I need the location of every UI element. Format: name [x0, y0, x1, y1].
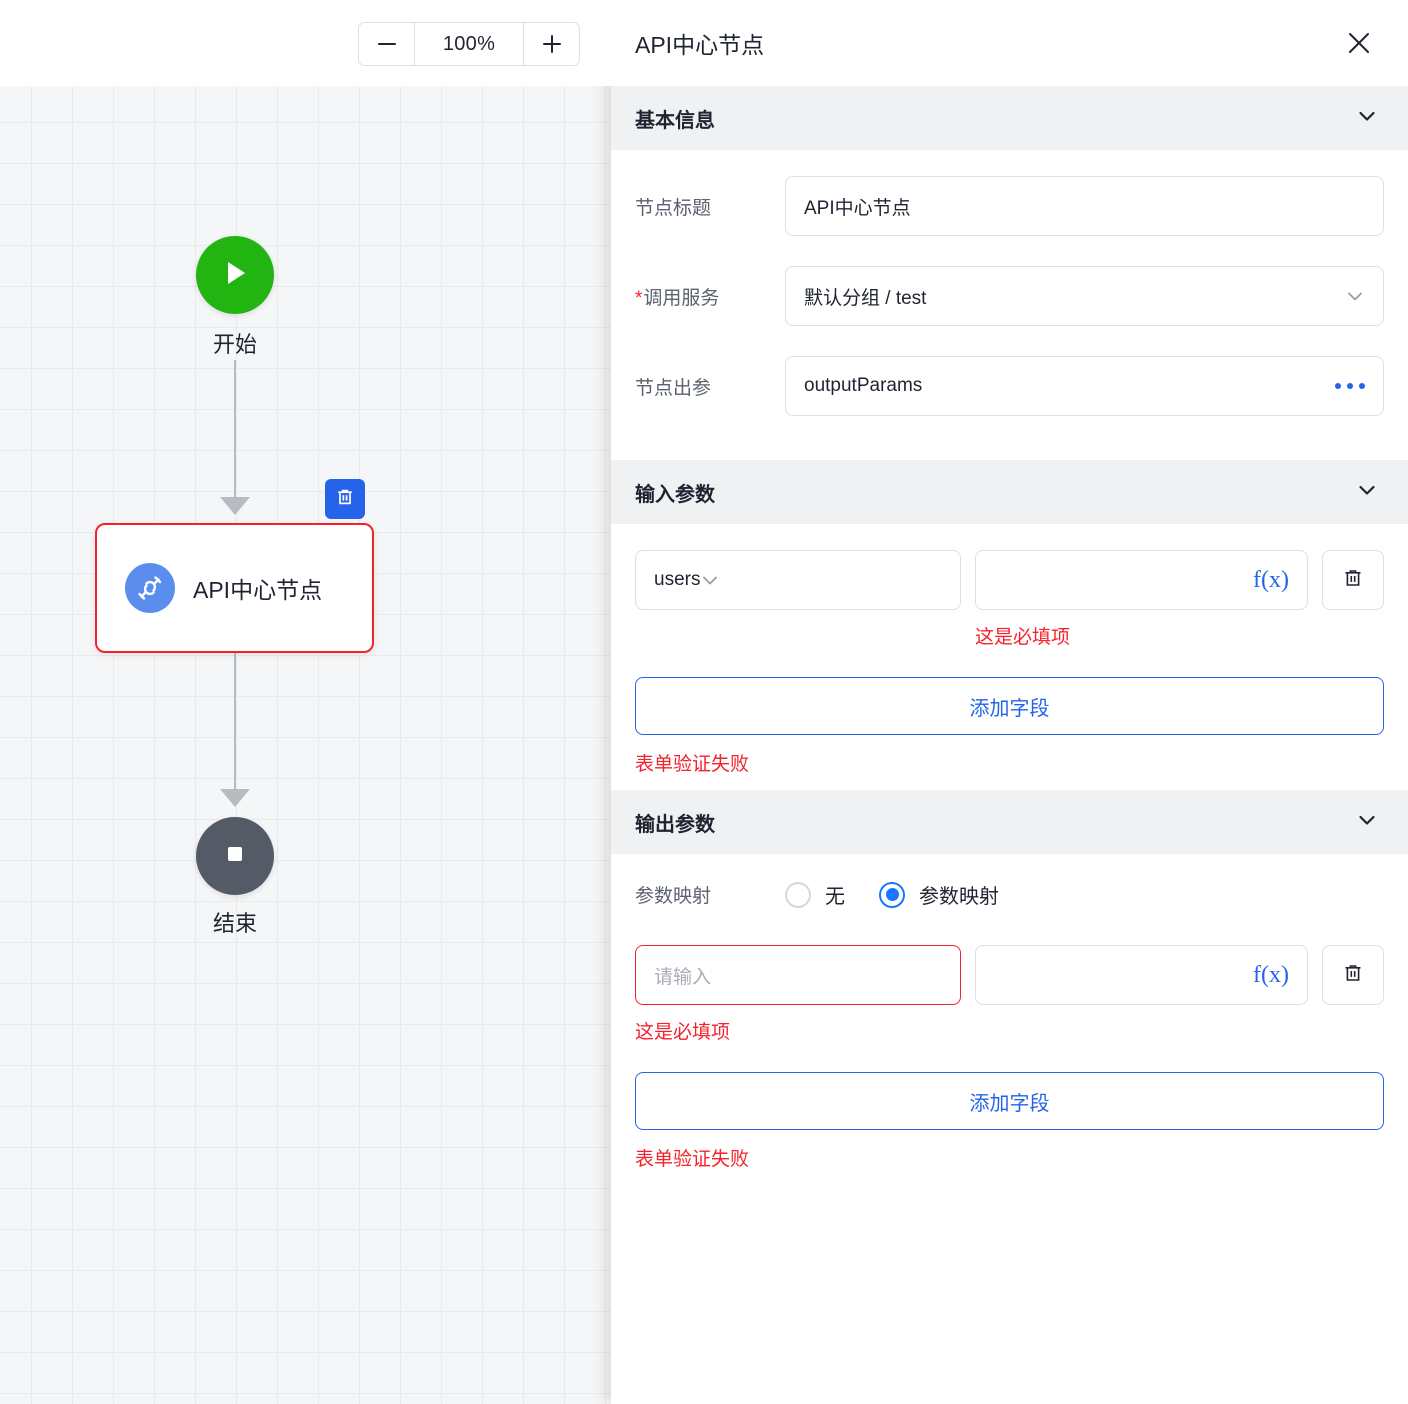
- trash-icon: [1342, 567, 1364, 594]
- minus-icon: [376, 33, 398, 55]
- radio-icon-selected: [879, 881, 905, 908]
- radio-option-none-label: 无: [825, 886, 845, 908]
- select-service[interactable]: 默认分组 / test: [785, 266, 1384, 326]
- section-header-output-params[interactable]: 输出参数: [611, 790, 1408, 854]
- add-input-field-button[interactable]: 添加字段: [635, 677, 1384, 735]
- delete-output-param-button[interactable]: [1322, 945, 1384, 1005]
- add-output-field-button[interactable]: 添加字段: [635, 1072, 1384, 1130]
- trash-icon: [335, 487, 355, 512]
- input-node-title[interactable]: API中心节点: [785, 176, 1384, 236]
- fx-icon[interactable]: f(x): [1253, 568, 1289, 592]
- delete-input-param-button[interactable]: [1322, 550, 1384, 610]
- output-param-error: 这是必填项: [635, 1022, 731, 1043]
- section-body-input-params: users f(x) 这是必填项 添加字段 表单验证失败: [611, 524, 1408, 790]
- section-title-output-params: 输出参数: [635, 813, 715, 836]
- label-param-mapping: 参数映射: [635, 886, 712, 907]
- plus-icon: [541, 33, 563, 55]
- required-marker: *: [635, 287, 643, 309]
- stop-icon: [222, 841, 248, 872]
- chevron-down-icon: [1356, 809, 1378, 836]
- node-config-panel: API中心节点 基本信息 节点标题 API中心节点 *调用服务 默认分组 / t…: [611, 0, 1408, 1404]
- radio-option-none[interactable]: 无: [785, 880, 845, 909]
- zoom-out-button[interactable]: [359, 23, 414, 65]
- value-output-params: outputParams: [804, 375, 923, 396]
- value-service: 默认分组 / test: [804, 287, 927, 309]
- section-title-input-params: 输入参数: [635, 483, 715, 506]
- select-input-param-key[interactable]: users: [635, 550, 961, 610]
- radio-option-mapping[interactable]: 参数映射: [879, 880, 999, 909]
- zoom-in-button[interactable]: [524, 23, 579, 65]
- label-node-title: 节点标题: [635, 197, 712, 219]
- close-panel-button[interactable]: [1340, 24, 1378, 62]
- chevron-down-icon: [1356, 479, 1378, 506]
- node-api-center[interactable]: API中心节点: [95, 523, 374, 653]
- label-service: *调用服务: [635, 283, 785, 310]
- panel-title: API中心节点: [635, 32, 765, 58]
- input-output-params[interactable]: outputParams: [785, 356, 1384, 416]
- node-end[interactable]: [196, 817, 274, 895]
- section-header-basic-info[interactable]: 基本信息: [611, 86, 1408, 150]
- field-row-service: *调用服务 默认分组 / test: [635, 266, 1384, 326]
- node-start-label: 开始: [212, 332, 257, 357]
- canvas-grid[interactable]: [0, 86, 611, 1404]
- field-row-output-params: 节点出参 outputParams: [635, 356, 1384, 416]
- value-node-title: API中心节点: [804, 197, 911, 219]
- section-body-basic-info: 节点标题 API中心节点 *调用服务 默认分组 / test 节点出参 outp…: [611, 150, 1408, 460]
- zoom-control: 100%: [358, 22, 580, 66]
- zoom-level-value: 100%: [414, 23, 524, 65]
- edge-arrow-start-to-api: [220, 497, 250, 515]
- close-icon: [1346, 33, 1372, 60]
- radio-icon: [785, 881, 811, 908]
- node-api-label: API中心节点: [193, 577, 323, 603]
- value-input-param-key: users: [654, 569, 701, 590]
- node-start[interactable]: [196, 236, 274, 314]
- input-param-value-field[interactable]: f(x): [975, 550, 1308, 610]
- fx-icon[interactable]: f(x): [1253, 963, 1289, 987]
- input-param-error: 这是必填项: [975, 627, 1071, 648]
- edge-arrow-api-to-end: [220, 789, 250, 807]
- field-row-node-title: 节点标题 API中心节点: [635, 176, 1384, 236]
- output-params-form-error: 表单验证失败: [635, 1149, 750, 1170]
- node-end-label: 结束: [212, 911, 257, 936]
- radio-option-mapping-label: 参数映射: [919, 886, 999, 908]
- panel-header: API中心节点: [611, 0, 1408, 86]
- chevron-down-icon: [1356, 105, 1378, 132]
- edge-api-to-end: [234, 652, 236, 797]
- param-mapping-radio-group: 参数映射 无 参数映射: [635, 880, 1384, 909]
- label-output-params: 节点出参: [635, 377, 712, 399]
- section-header-input-params[interactable]: 输入参数: [611, 460, 1408, 524]
- play-icon: [220, 257, 250, 294]
- label-service-text: 调用服务: [643, 287, 720, 309]
- placeholder-output-param-key: 请输入: [654, 966, 712, 988]
- output-param-row: 请输入 f(x): [635, 945, 1384, 1005]
- chevron-down-icon: [1345, 286, 1365, 306]
- trash-icon: [1342, 962, 1364, 989]
- edge-start-to-api: [234, 360, 236, 505]
- plug-icon: [125, 563, 175, 613]
- node-delete-button[interactable]: [325, 479, 365, 519]
- output-param-value-field[interactable]: f(x): [975, 945, 1308, 1005]
- chevron-down-icon: [700, 570, 720, 590]
- flow-canvas[interactable]: 开始 API中心节点 结束 100%: [0, 0, 611, 1404]
- input-output-param-key[interactable]: 请输入: [635, 945, 961, 1005]
- section-body-output-params: 参数映射 无 参数映射 请输入 f(x) 这是必填项 添加字段 表单验证失败: [611, 854, 1408, 1185]
- workflow-editor: 开始 API中心节点 结束 100% API中心节点 基本信息 节点标题 API…: [0, 0, 1408, 1404]
- input-param-row: users f(x): [635, 550, 1384, 610]
- ellipsis-icon[interactable]: [1335, 383, 1365, 389]
- input-params-form-error: 表单验证失败: [635, 754, 750, 775]
- canvas-toolbar: 100%: [0, 0, 611, 86]
- section-title-basic-info: 基本信息: [635, 109, 715, 132]
